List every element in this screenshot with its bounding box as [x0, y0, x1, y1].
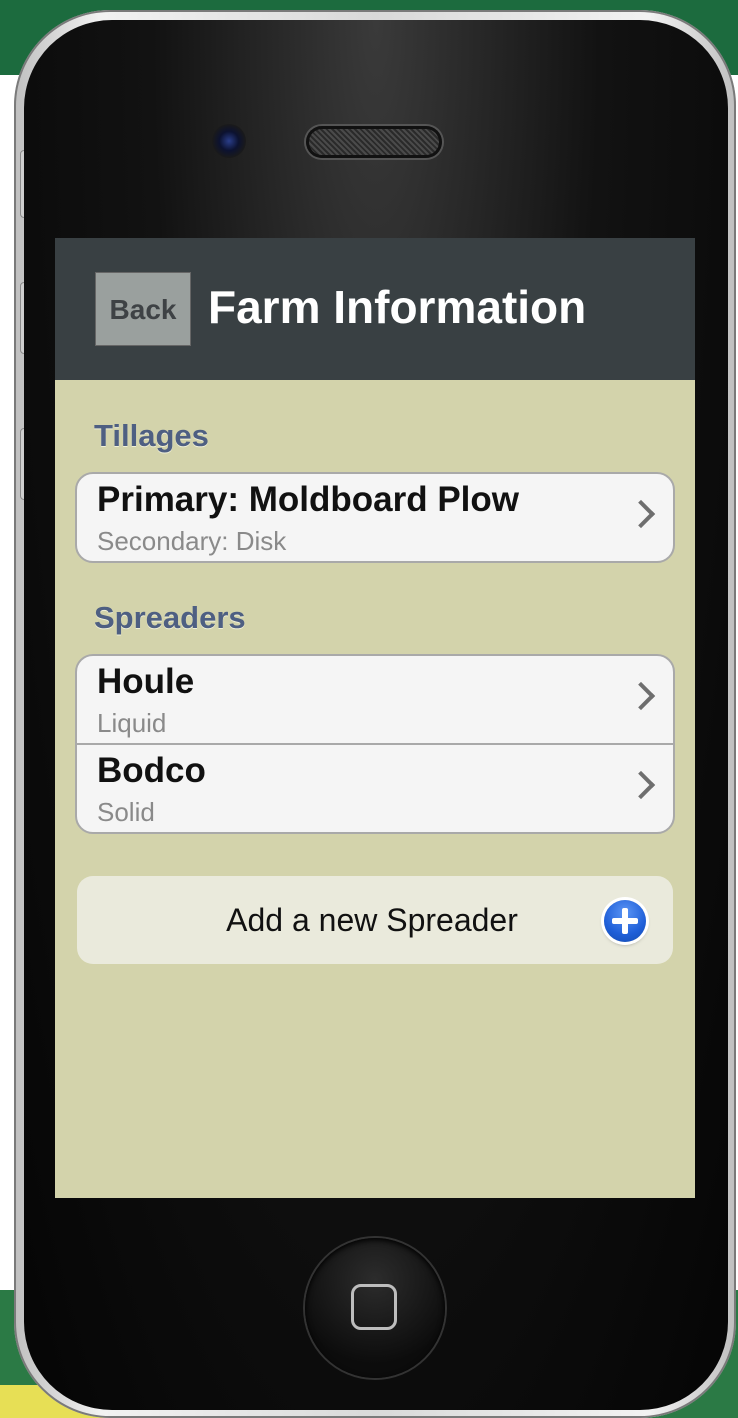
add-spreader-button[interactable]: Add a new Spreader: [77, 876, 673, 964]
tillage-subtitle: Secondary: Disk: [97, 526, 287, 556]
spreader-row-bodco[interactable]: Bodco Solid: [77, 743, 673, 832]
camera-icon: [212, 124, 246, 158]
spreader-subtitle: Solid: [97, 797, 155, 827]
spreaders-group: Houle Liquid Bodco Solid: [75, 654, 675, 834]
home-button[interactable]: [305, 1238, 445, 1378]
app-screen: Back Farm Information Tillages Primary: …: [55, 238, 695, 1198]
chevron-right-icon: [626, 770, 656, 800]
spreader-subtitle: Liquid: [97, 708, 167, 738]
plus-circle-icon[interactable]: [604, 900, 646, 942]
chevron-right-icon: [626, 681, 656, 711]
spreader-row-houle[interactable]: Houle Liquid: [77, 656, 673, 743]
back-button[interactable]: Back: [95, 272, 191, 346]
page-title: Farm Information: [208, 281, 587, 333]
spreader-title: Houle: [97, 662, 195, 701]
section-header-spreaders: Spreaders: [94, 600, 246, 635]
tillage-title: Primary: Moldboard Plow: [97, 480, 519, 519]
add-spreader-label: Add a new Spreader: [226, 902, 518, 938]
spreader-title: Bodco: [97, 751, 206, 790]
speaker-grille: [306, 126, 442, 158]
chevron-right-icon: [626, 499, 656, 529]
tillages-group: Primary: Moldboard Plow Secondary: Disk: [75, 472, 675, 563]
navigation-bar: Back Farm Information: [55, 238, 695, 380]
tillage-row[interactable]: Primary: Moldboard Plow Secondary: Disk: [77, 474, 673, 561]
section-header-tillages: Tillages: [94, 418, 209, 453]
home-square-icon: [351, 1284, 397, 1330]
